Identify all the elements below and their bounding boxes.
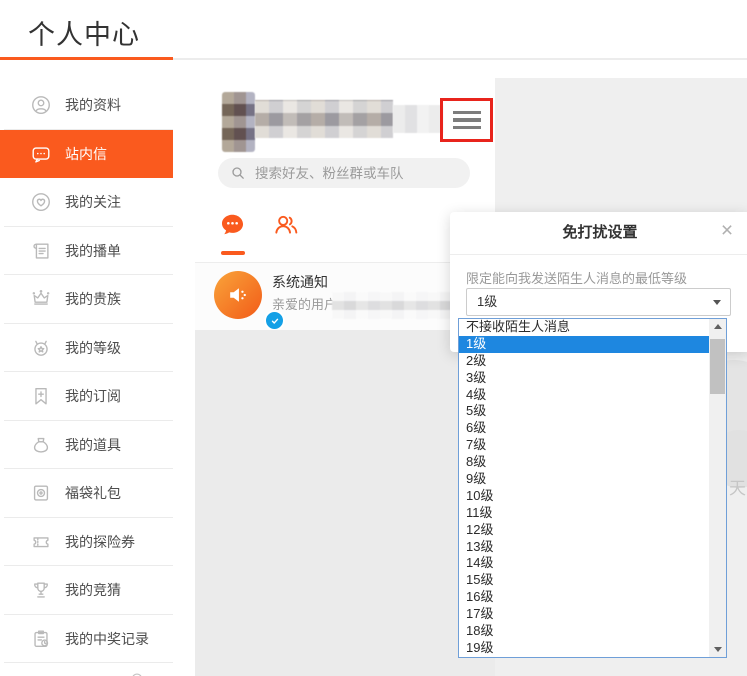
blurred-user-name bbox=[255, 100, 393, 138]
hamburger-menu-button[interactable] bbox=[440, 98, 493, 142]
search-input[interactable] bbox=[253, 164, 457, 182]
dropdown-scrollbar[interactable] bbox=[709, 319, 726, 657]
dropdown-option[interactable]: 4级 bbox=[459, 387, 709, 404]
level-dropdown: 不接收陌生人消息 1级 2级 3级 4级 5级 6级 7级 8级 9级 10级 11级 12级 13级 14… bbox=[458, 318, 727, 658]
sidebar-item-gift[interactable]: 福袋礼包 bbox=[0, 469, 173, 518]
modal-header-divider bbox=[450, 254, 747, 255]
tab-contacts[interactable] bbox=[272, 211, 300, 238]
dropdown-option[interactable]: 9级 bbox=[459, 471, 709, 488]
sidebar-item-label: 我的贵族 bbox=[65, 291, 121, 308]
conversation-title: 系统通知 bbox=[272, 274, 328, 290]
dropdown-option[interactable]: 8级 bbox=[459, 454, 709, 471]
search-box[interactable] bbox=[218, 158, 470, 188]
dropdown-option[interactable]: 14级 bbox=[459, 555, 709, 572]
sidebar-item-label: 我的中奖记录 bbox=[65, 630, 149, 647]
sidebar-item-chat[interactable]: 站内信 bbox=[0, 129, 173, 178]
scroll-down-icon[interactable] bbox=[713, 647, 722, 652]
conversation-list-empty-area bbox=[195, 330, 495, 676]
dropdown-option[interactable]: 17级 bbox=[459, 606, 709, 623]
blurred-user-avatar bbox=[222, 92, 255, 152]
select-value: 1级 bbox=[477, 294, 498, 309]
level-dropdown-list: 不接收陌生人消息 1级 2级 3级 4级 5级 6级 7级 8级 9级 10级 11级 12级 13级 14… bbox=[459, 319, 709, 657]
close-icon[interactable]: × bbox=[714, 218, 740, 244]
ticket-icon bbox=[30, 531, 52, 553]
heart-icon bbox=[30, 191, 52, 213]
sidebar-item-label: 我的道具 bbox=[65, 436, 121, 453]
sidebar-item-label: 我的资料 bbox=[65, 97, 121, 114]
conversation-preview: 亲爱的用户: bbox=[272, 297, 341, 312]
sidebar-item-user[interactable]: 我的资料 bbox=[0, 81, 173, 130]
prop-bag-icon bbox=[30, 434, 52, 456]
dropdown-option[interactable]: 11级 bbox=[459, 505, 709, 522]
dropdown-option[interactable]: 15级 bbox=[459, 572, 709, 589]
hamburger-bar bbox=[452, 111, 481, 115]
crown-icon bbox=[30, 288, 52, 310]
verified-badge-icon bbox=[264, 310, 285, 331]
dropdown-option[interactable]: 13级 bbox=[459, 539, 709, 556]
subscribe-icon bbox=[30, 385, 52, 407]
record-icon bbox=[30, 628, 52, 650]
min-level-select[interactable]: 1级 bbox=[466, 288, 731, 316]
header-divider bbox=[173, 58, 747, 60]
sidebar-item-label: 我的播单 bbox=[65, 242, 121, 259]
sidebar-item-label: 我的竞猜 bbox=[65, 582, 121, 599]
hamburger-bar bbox=[452, 125, 481, 129]
dropdown-option[interactable]: 19级 bbox=[459, 640, 709, 657]
dropdown-option[interactable]: 6级 bbox=[459, 420, 709, 437]
page-title: 个人中心 bbox=[28, 20, 140, 50]
sidebar-item-label: 站内信 bbox=[65, 145, 107, 162]
sidebar-item-crown[interactable]: 我的贵族 bbox=[0, 275, 173, 324]
search-icon bbox=[232, 167, 244, 179]
dropdown-option[interactable]: 18级 bbox=[459, 623, 709, 640]
sidebar-item-record[interactable]: 我的中奖记录 bbox=[0, 615, 173, 664]
modal-title: 免打扰设置 bbox=[562, 224, 638, 241]
scrollbar-thumb[interactable] bbox=[710, 339, 725, 394]
dropdown-option[interactable]: 不接收陌生人消息 bbox=[459, 319, 709, 336]
sidebar-item-prop-bag[interactable]: 我的道具 bbox=[0, 421, 173, 470]
sidebar-item-ticket[interactable]: 我的探险券 bbox=[0, 518, 173, 567]
dropdown-option[interactable]: 1级 bbox=[459, 335, 709, 353]
sidebar-item-medal[interactable]: 我的等级 bbox=[0, 324, 173, 373]
trophy-icon bbox=[30, 579, 52, 601]
dropdown-option[interactable]: 3级 bbox=[459, 370, 709, 387]
chevron-down-icon bbox=[713, 300, 721, 305]
sidebar-item-subscribe[interactable]: 我的订阅 bbox=[0, 372, 173, 421]
sidebar-item-label: 我的探险券 bbox=[65, 533, 135, 550]
dropdown-option[interactable]: 16级 bbox=[459, 589, 709, 606]
blurred-user-name-tail bbox=[393, 105, 443, 133]
sidebar-item-label: 我的关注 bbox=[65, 194, 121, 211]
sidebar-item-label: 福袋礼包 bbox=[65, 485, 121, 502]
personal-center-page: 个人中心 我的资料站内信我的关注我的播单我的贵族我的等级我的订阅我的道具福袋礼包… bbox=[0, 0, 747, 676]
partial-next-item-icon bbox=[128, 671, 146, 676]
speaker-icon bbox=[230, 288, 246, 302]
sidebar-item-trophy[interactable]: 我的竞猜 bbox=[0, 566, 173, 615]
hamburger-bar bbox=[452, 118, 481, 122]
messages-panel: 系统通知 亲爱的用户: bbox=[195, 84, 495, 676]
sidebar-item-label: 我的订阅 bbox=[65, 388, 121, 405]
min-level-field-label: 限定能向我发送陌生人消息的最低等级 bbox=[466, 271, 688, 286]
sidebar-item-playlist[interactable]: 我的播单 bbox=[0, 227, 173, 276]
medal-icon bbox=[30, 337, 52, 359]
system-notice-avatar bbox=[214, 271, 285, 331]
dropdown-option[interactable]: 2级 bbox=[459, 353, 709, 370]
playlist-icon bbox=[30, 240, 52, 262]
active-tab-underline bbox=[221, 251, 245, 255]
dropdown-option[interactable]: 5级 bbox=[459, 403, 709, 420]
sidebar-item-label: 我的等级 bbox=[65, 339, 121, 356]
user-icon bbox=[30, 94, 52, 116]
gift-icon bbox=[30, 482, 52, 504]
contacts-icon bbox=[275, 215, 298, 234]
chat-icon bbox=[30, 143, 52, 165]
dropdown-option[interactable]: 12级 bbox=[459, 522, 709, 539]
scroll-up-icon[interactable] bbox=[713, 324, 722, 329]
sidebar-item-heart[interactable]: 我的关注 bbox=[0, 178, 173, 227]
tab-messages[interactable] bbox=[220, 212, 245, 237]
message-bubble-icon bbox=[221, 214, 244, 235]
dropdown-option[interactable]: 10级 bbox=[459, 488, 709, 505]
dropdown-option[interactable]: 7级 bbox=[459, 437, 709, 454]
sidebar: 我的资料站内信我的关注我的播单我的贵族我的等级我的订阅我的道具福袋礼包我的探险券… bbox=[0, 60, 173, 676]
